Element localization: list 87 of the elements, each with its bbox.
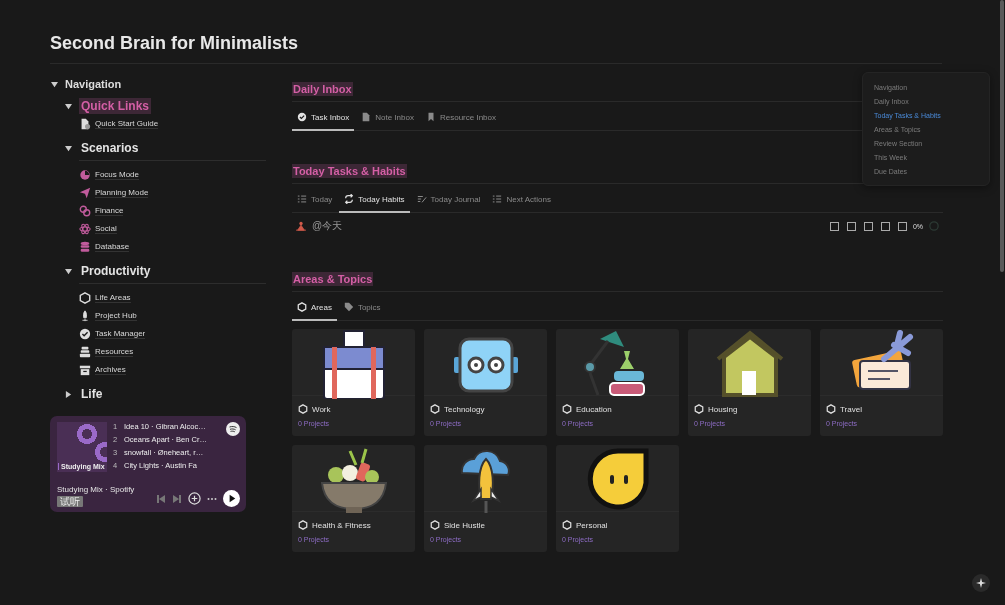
checkbox[interactable]	[829, 221, 839, 231]
cube-icon	[562, 404, 572, 414]
section-heading[interactable]: Productivity	[79, 263, 153, 279]
page-link[interactable]: Planning Mode	[95, 188, 149, 198]
card-title: Health & Fitness	[312, 520, 371, 530]
section-heading: Daily Inbox	[292, 82, 353, 96]
stack-icon	[79, 346, 91, 358]
view-tab[interactable]: Topics	[338, 296, 386, 321]
view-tab[interactable]: Note Inbox	[356, 106, 419, 131]
playlist-title: Studying Mix · Spotify	[57, 485, 135, 494]
view-tab[interactable]: Resource Inbox	[420, 106, 501, 131]
cube-icon	[297, 302, 307, 312]
more-icon[interactable]	[207, 496, 217, 501]
section-heading[interactable]: Scenarios	[79, 140, 141, 156]
card-title: Work	[312, 404, 331, 414]
next-icon[interactable]	[172, 493, 182, 504]
add-icon[interactable]	[188, 492, 201, 505]
card-title: Travel	[840, 404, 862, 414]
cube-icon	[298, 404, 308, 414]
section-heading[interactable]: Quick Links	[79, 98, 152, 114]
card-title: Housing	[708, 404, 738, 414]
page-link[interactable]: Focus Mode	[95, 170, 140, 180]
assistant-button[interactable]	[972, 574, 990, 592]
cube-icon	[79, 292, 91, 304]
view-tab[interactable]: Today	[292, 188, 338, 213]
date-mention[interactable]: @今天	[312, 219, 343, 233]
card-title: Technology	[444, 404, 485, 414]
archive-box-icon	[79, 364, 91, 376]
check-circle-icon	[297, 112, 307, 122]
document-icon	[361, 112, 372, 122]
toggle-icon[interactable]	[64, 389, 73, 399]
page-link[interactable]: Task Manager	[95, 329, 146, 339]
page-link[interactable]: Project Hub	[95, 311, 137, 321]
tag-icon	[343, 302, 354, 312]
checkbox[interactable]	[897, 221, 907, 231]
toggle-icon[interactable]	[64, 266, 73, 276]
toggle-icon[interactable]	[50, 79, 59, 89]
cube-icon	[562, 520, 572, 530]
checkbox[interactable]	[863, 221, 873, 231]
list-icon	[492, 194, 503, 204]
checkbox[interactable]	[880, 221, 890, 231]
card-title: Side Hustle	[444, 520, 485, 530]
toggle-heading[interactable]: Navigation	[65, 78, 122, 90]
section-heading: Areas & Topics	[292, 272, 374, 286]
spotify-logo-icon	[226, 422, 240, 436]
page-link[interactable]: Resources	[95, 347, 134, 357]
page-link[interactable]: Database	[95, 242, 130, 252]
preview-badge: 试听	[57, 496, 83, 507]
list-icon	[297, 194, 307, 204]
pen-list-icon	[416, 194, 427, 204]
page-link[interactable]: Quick Start Guide	[95, 119, 159, 129]
cube-icon	[694, 404, 704, 414]
previous-icon[interactable]	[156, 493, 166, 504]
cube-icon	[430, 520, 440, 530]
check-circle-icon	[79, 328, 91, 340]
page-link[interactable]: Finance	[95, 206, 124, 216]
database-icon	[79, 241, 91, 253]
card-title: Personal	[576, 520, 608, 530]
atom-icon	[79, 223, 91, 235]
repeat-icon	[344, 194, 355, 204]
scrollbar[interactable]	[1000, 0, 1004, 272]
checkbox[interactable]	[846, 221, 856, 231]
page-link[interactable]: Life Areas	[95, 293, 131, 303]
cube-icon	[826, 404, 836, 414]
section-heading[interactable]: Life	[79, 386, 105, 402]
view-tab[interactable]: Task Inbox	[292, 106, 355, 131]
page-link[interactable]: Social	[95, 224, 117, 234]
section-heading: Today Tasks & Habits	[292, 164, 407, 178]
view-tab[interactable]: Areas	[292, 296, 337, 321]
view-tab[interactable]: Today Journal	[411, 188, 486, 213]
cube-icon	[298, 520, 308, 530]
sparkle-icon	[976, 578, 986, 588]
toggle-icon[interactable]	[64, 101, 73, 111]
pie-icon	[79, 169, 91, 181]
page-link[interactable]: Archives	[95, 365, 126, 375]
paper-plane-icon	[79, 187, 91, 199]
play-icon[interactable]	[223, 490, 240, 507]
document-icon	[79, 118, 91, 130]
toggle-icon[interactable]	[64, 143, 73, 153]
cube-icon	[430, 404, 440, 414]
card-title: Education	[576, 404, 612, 414]
view-tab[interactable]: Next Actions	[487, 188, 556, 213]
coins-icon	[79, 205, 91, 217]
progress-ring	[929, 221, 939, 231]
view-tab[interactable]: Today Habits	[339, 188, 410, 213]
rocket-icon	[79, 310, 91, 322]
page-title: Second Brain for Minimalists	[50, 33, 942, 64]
